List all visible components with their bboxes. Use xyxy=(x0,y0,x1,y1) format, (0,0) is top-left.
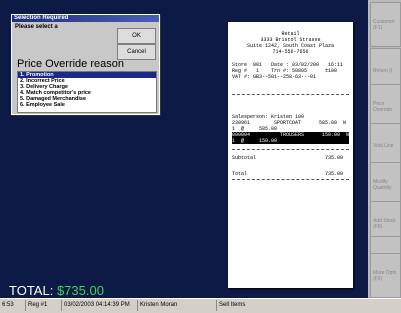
receipt-phone: 714-556-7656 xyxy=(272,49,309,55)
receipt-total: Total 735.00 xyxy=(232,171,344,177)
receipt: Retail 3333 Bristol Strasse Suite 1242, … xyxy=(228,22,353,288)
receipt-separator xyxy=(232,94,349,95)
dialog-title: Selection Required xyxy=(12,15,159,22)
receipt-subtotal: Subtotal 735.00 xyxy=(232,155,344,161)
receipt-separator xyxy=(232,149,349,150)
ok-button[interactable]: OK xyxy=(117,28,156,44)
status-bar: 6:53 Reg #1 03/02/2003 04:14:39 PM Krist… xyxy=(0,298,401,313)
total-label: TOTAL: xyxy=(9,283,54,298)
status-register: Reg #1 xyxy=(26,300,62,311)
status-mode: Sell Items xyxy=(219,302,246,308)
dialog-prompt: Please select a xyxy=(15,24,58,30)
reason-list[interactable]: 1. Promotion 2. Incorrect Price 3. Deliv… xyxy=(17,71,157,113)
dialog-heading: Price Override reason xyxy=(17,58,124,70)
more-options-button[interactable]: More Opts (F9) xyxy=(370,253,401,298)
status-time: 6:53 xyxy=(0,300,26,311)
reason-item-employee-sale[interactable]: 6. Employee Sale xyxy=(18,102,156,108)
receipt-item-trousers-qty: 1 @ 150.00 xyxy=(232,138,349,144)
receipt-separator xyxy=(232,179,349,180)
status-cashier: Kristen Moran xyxy=(138,300,217,311)
total-amount: $735.00 xyxy=(56,283,104,298)
receipt-vat-line: VAT #: GB3--501--258-63---01 xyxy=(232,74,317,80)
selection-dialog: Selection Required Please select a OK Ca… xyxy=(11,14,160,115)
total-display: TOTAL: $735.00 xyxy=(9,283,104,298)
status-datetime: 03/02/2003 04:14:39 PM xyxy=(62,300,138,311)
customer-button[interactable]: Customer (F1) xyxy=(370,2,401,47)
function-sidebar: Customer (F1) Return (I Price Override V… xyxy=(368,0,401,298)
